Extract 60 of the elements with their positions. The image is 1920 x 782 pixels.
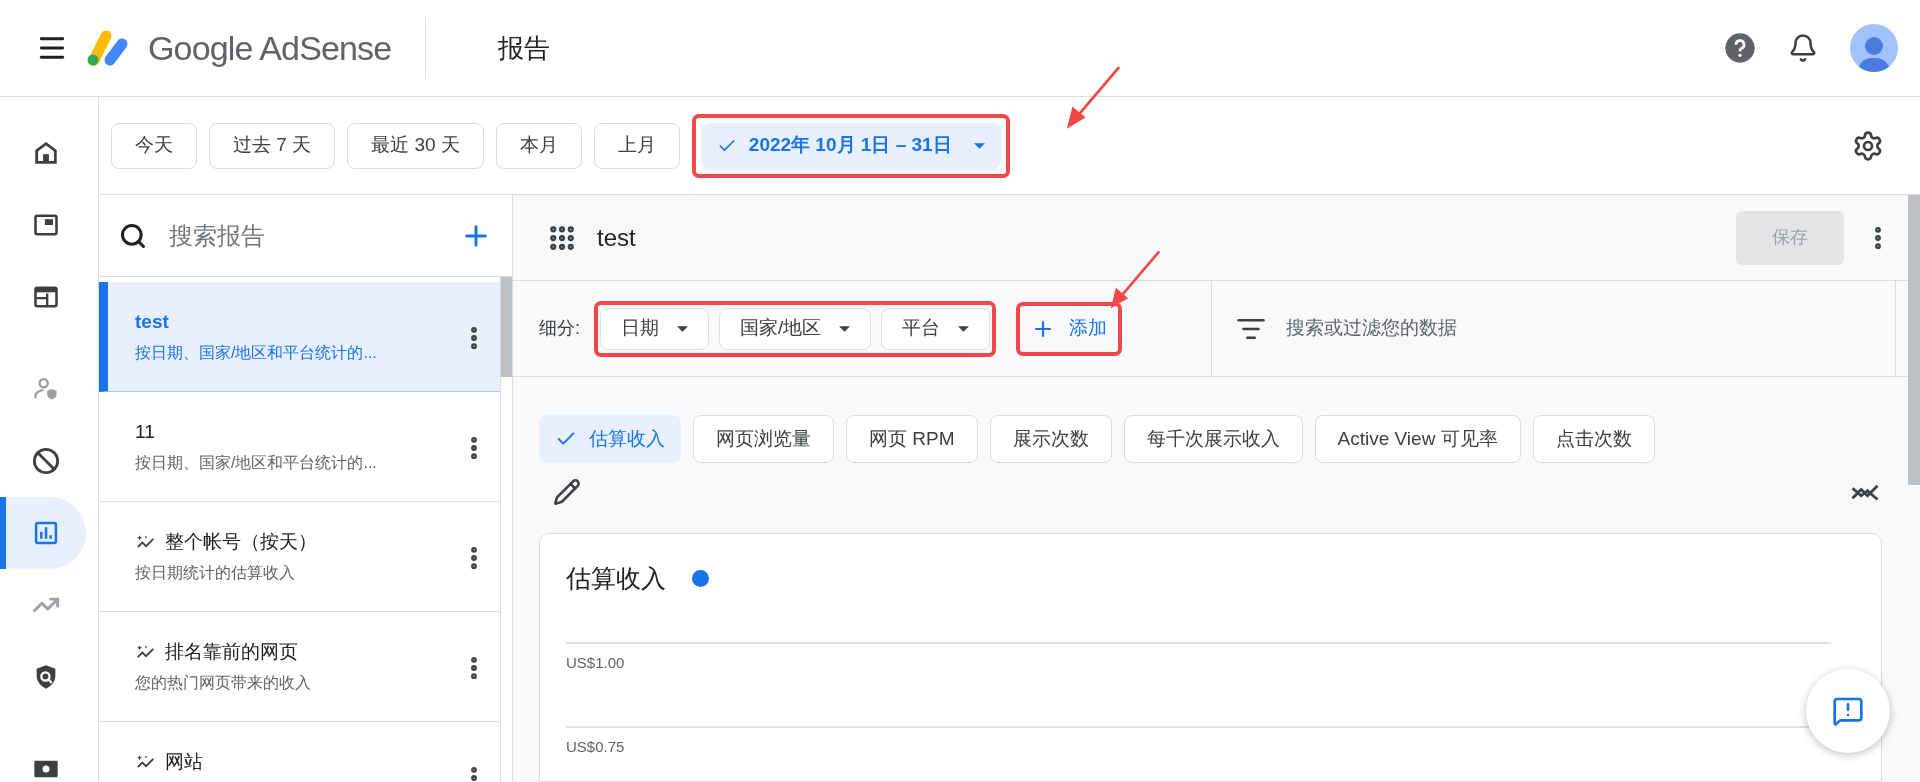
dimension-chip[interactable]: 国家/地区 xyxy=(719,307,872,350)
edit-icon[interactable] xyxy=(553,478,581,506)
report-description: 按日期、国家/地区和平台统计的... xyxy=(135,452,378,473)
report-search-field[interactable]: 搜索报告 xyxy=(169,217,460,254)
report-list-item[interactable]: 网站 xyxy=(99,722,500,782)
report-name: 排名靠前的网页 xyxy=(165,640,298,664)
report-description: 按日期统计的估算收入 xyxy=(135,562,296,583)
dimension-chip[interactable]: 日期 xyxy=(600,307,709,350)
caret-icon xyxy=(839,325,851,332)
report-list-item[interactable]: 排名靠前的网页 您的热门网页带来的收入 xyxy=(99,612,500,722)
nav-item[interactable] xyxy=(6,497,86,569)
metric-chip[interactable]: 点击次数 xyxy=(1532,415,1655,463)
search-icon xyxy=(119,221,147,250)
report-name: 网站 xyxy=(165,750,203,774)
date-range-chip[interactable]: 今天 xyxy=(111,122,197,169)
report-name: test xyxy=(135,310,169,334)
date-range-chip[interactable]: 过去 7 天 xyxy=(209,122,336,169)
feedback-icon xyxy=(1832,695,1864,727)
report-description: 按日期、国家/地区和平台统计的... xyxy=(135,342,378,363)
report-list-item[interactable]: 11 按日期、国家/地区和平台统计的... xyxy=(99,392,500,502)
metric-chip[interactable]: 网页 RPM xyxy=(846,415,978,463)
page-title: 报告 xyxy=(498,31,551,65)
annotation-arrow xyxy=(1065,65,1121,131)
add-dimension-button[interactable]: 添加 xyxy=(1023,308,1116,349)
notifications-icon[interactable] xyxy=(1788,33,1818,63)
report-list-item[interactable]: test 按日期、国家/地区和平台统计的... xyxy=(99,282,500,392)
account-avatar[interactable] xyxy=(1850,24,1898,72)
date-range-chip[interactable]: 本月 xyxy=(495,122,582,169)
help-icon[interactable] xyxy=(1724,32,1756,64)
date-range-chip[interactable]: 上月 xyxy=(593,122,680,169)
report-title: test xyxy=(597,222,636,253)
product-name: Google AdSense xyxy=(148,27,392,69)
layout-icon xyxy=(32,283,60,311)
ad-unit-icon xyxy=(32,211,60,239)
metric-chip[interactable]: 每千次展示收入 xyxy=(1123,415,1303,463)
metric-chip[interactable]: 展示次数 xyxy=(989,415,1112,463)
date-range-chip[interactable]: 最近 30 天 xyxy=(347,122,484,169)
home-icon xyxy=(32,139,60,167)
metric-chip[interactable]: 网页浏览量 xyxy=(693,415,834,463)
bar-chart-icon xyxy=(32,519,60,547)
filter-field[interactable]: 搜索或过滤您的数据 xyxy=(1286,314,1895,343)
caret-icon xyxy=(958,325,970,332)
report-name: 11 xyxy=(135,420,155,444)
axis-label: US$0.75 xyxy=(566,737,626,757)
report-list-item[interactable]: 整个帐号（按天） 按日期统计的估算收入 xyxy=(99,502,500,612)
metric-chip[interactable]: 估算收入 xyxy=(539,415,681,463)
caret-icon xyxy=(677,325,688,332)
scrollbar-thumb[interactable] xyxy=(1908,195,1920,485)
report-name: 整个帐号（按天） xyxy=(165,530,317,554)
dimension-chip[interactable]: 平台 xyxy=(881,307,991,350)
chart-title: 估算收入 xyxy=(566,563,666,594)
axis-label: US$1.00 xyxy=(566,652,626,673)
date-range-chip[interactable]: 2022年 10月 1日 – 31日 xyxy=(700,122,1001,169)
scrollbar-thumb[interactable] xyxy=(501,277,512,377)
block-icon xyxy=(32,447,60,475)
caret-icon xyxy=(973,142,985,149)
settings-icon[interactable] xyxy=(1852,129,1884,162)
breakdown-label: 细分: xyxy=(539,317,580,340)
metric-chip[interactable]: Active View 可见率 xyxy=(1314,415,1521,463)
report-description: 您的热门网页带来的收入 xyxy=(135,672,312,693)
